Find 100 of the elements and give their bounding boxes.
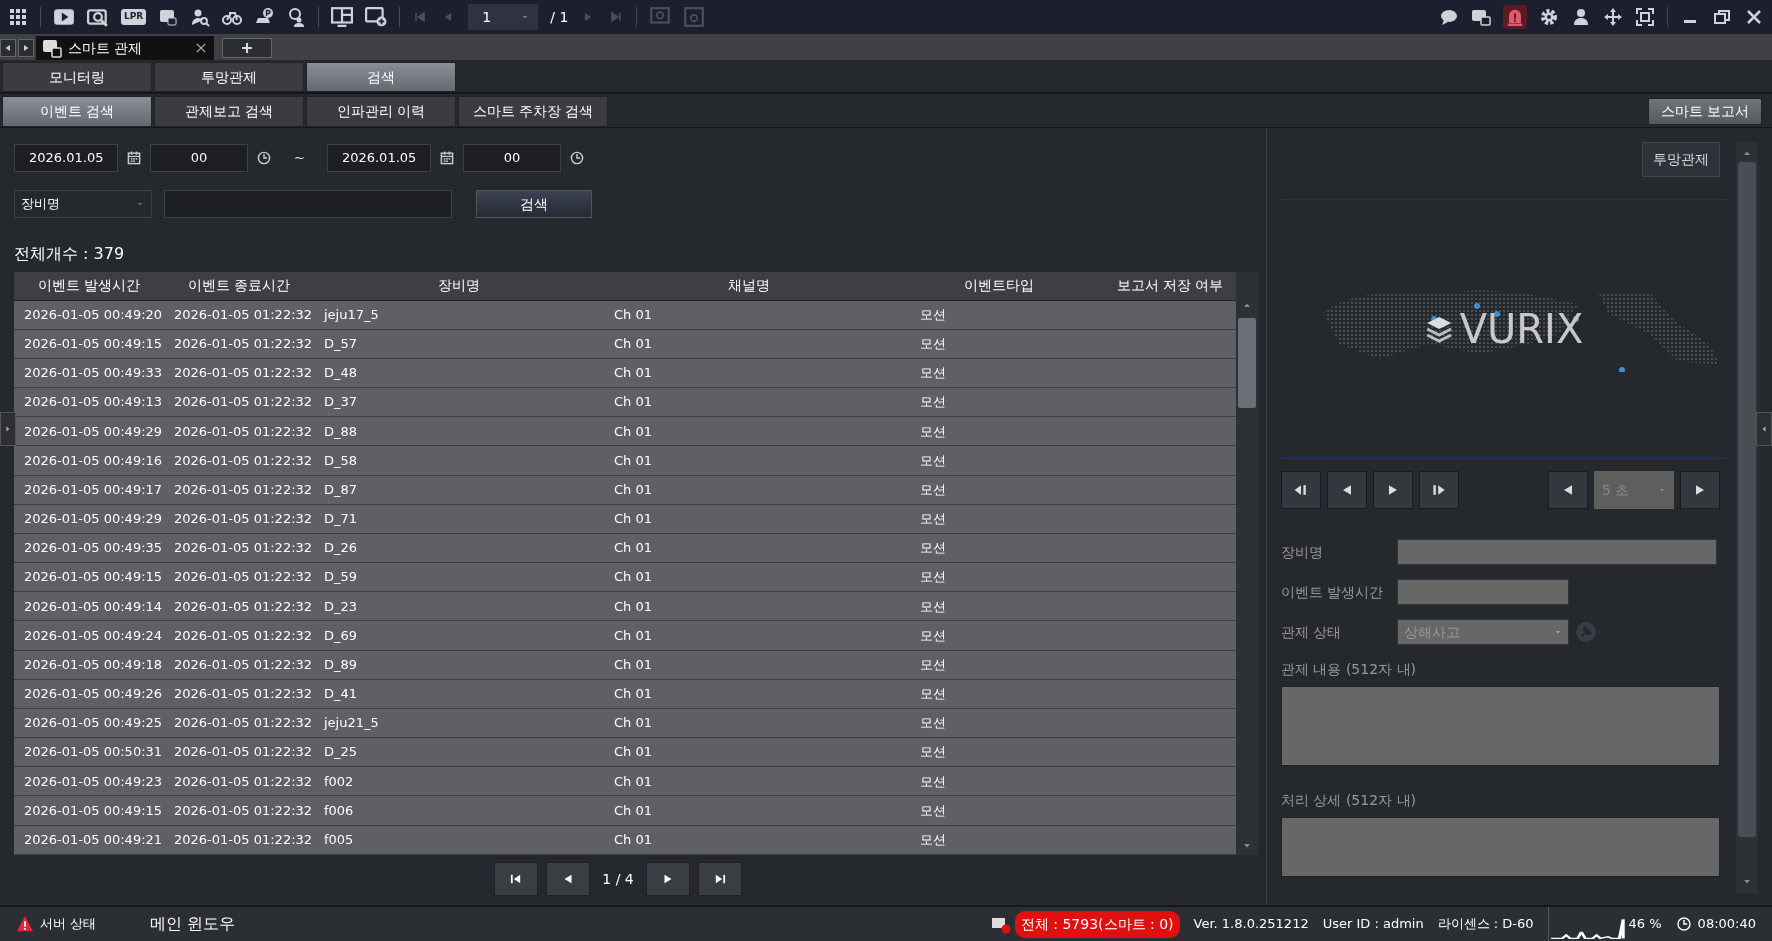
table-cell: Ch 01 [604, 679, 894, 709]
table-cell: D_25 [314, 737, 604, 767]
restore-icon[interactable] [1712, 7, 1732, 27]
warning-icon[interactable] [16, 915, 34, 933]
table-cell: 모션 [894, 329, 1104, 359]
table-cell: 모션 [894, 416, 1104, 446]
filter-select[interactable]: 장비명 [14, 190, 152, 218]
column-header[interactable]: 보고서 저장 여부 [1104, 272, 1236, 300]
collapse-handle[interactable] [0, 412, 16, 446]
collapse-handle[interactable] [1756, 412, 1772, 446]
text-area[interactable] [1281, 817, 1720, 877]
user-icon[interactable] [1571, 7, 1591, 27]
table-cell: 2026-01-05 00:49:29 [14, 504, 164, 534]
add-tab-button[interactable] [222, 38, 272, 58]
column-header[interactable]: 채널명 [604, 272, 894, 300]
smart-camera-icon[interactable] [158, 7, 179, 27]
field-label: 관제 내용 (512자 내) [1281, 660, 1417, 679]
tab[interactable]: 이벤트 검색 [2, 96, 152, 127]
text-area[interactable] [1281, 686, 1720, 766]
page-total: / 1 [550, 7, 569, 27]
column-header[interactable]: 이벤트 발생시간 [14, 272, 164, 300]
move-icon[interactable] [1603, 7, 1623, 27]
input-field[interactable] [1397, 579, 1569, 605]
play-button[interactable] [1373, 471, 1413, 509]
last-page-button[interactable] [697, 862, 742, 896]
table-cell: 2026-01-05 00:49:20 [14, 300, 164, 330]
tab[interactable]: 모니터링 [2, 62, 152, 92]
play-icon[interactable] [53, 6, 75, 28]
fullscreen-icon[interactable] [1635, 7, 1655, 27]
search-field[interactable] [164, 190, 452, 218]
chat-icon[interactable] [1439, 7, 1459, 27]
next-button[interactable] [1680, 471, 1720, 509]
column-header[interactable]: 장비명 [314, 272, 604, 300]
table-cell: D_26 [314, 533, 604, 563]
table-cell: Ch 01 [604, 445, 894, 476]
rewind-button[interactable] [1327, 471, 1367, 509]
scroll-left-button[interactable] [0, 39, 16, 57]
logo-text: VURIX [1459, 305, 1584, 354]
apps-grid-icon[interactable] [8, 7, 28, 27]
alarm-icon[interactable] [1503, 5, 1527, 29]
first-page-button[interactable] [494, 862, 539, 896]
table-cell: Ch 01 [604, 620, 894, 651]
smart-camera-icon[interactable] [1471, 7, 1491, 27]
table-cell: 2026-01-05 01:22:32 [164, 737, 314, 767]
clock-time: 08:00:40 [1697, 915, 1756, 934]
previous-page-button[interactable] [546, 862, 591, 896]
user-id-text: User ID : admin [1322, 915, 1424, 934]
date-field[interactable]: 2026.01.05 [326, 144, 431, 172]
clock-icon[interactable] [568, 150, 585, 166]
scroll-right-button[interactable] [18, 39, 34, 57]
window-name: 메인 윈도우 [150, 913, 236, 935]
smart-report-button[interactable]: 스마트 보고서 [1647, 98, 1762, 125]
table-cell: 2026-01-05 00:49:15 [14, 562, 164, 592]
calendar-icon[interactable] [126, 150, 142, 166]
map-control-button[interactable]: 투망관제 [1642, 142, 1720, 177]
ai-person-icon[interactable] [286, 7, 307, 27]
table-cell: 모션 [894, 795, 1104, 826]
layout-monitor-icon[interactable] [331, 6, 354, 28]
version-text: Ver. 1.8.0.251212 [1193, 915, 1309, 934]
add-monitor-icon[interactable] [365, 6, 388, 28]
column-header[interactable]: 이벤트 종료시간 [164, 272, 314, 300]
table-cell: 모션 [894, 533, 1104, 563]
settings-icon[interactable] [1539, 7, 1559, 27]
server-status[interactable]: 서버 상태 [40, 914, 97, 934]
window-tab[interactable]: 스마트 관제 [36, 36, 214, 60]
tab[interactable]: 관제보고 검색 [154, 96, 304, 127]
step-back-button[interactable] [1281, 471, 1321, 509]
cpu-usage-text: 46 % [1628, 915, 1662, 934]
scrollbar[interactable] [1236, 272, 1258, 855]
table-cell: 모션 [894, 650, 1104, 680]
hour-field[interactable]: 00 [150, 144, 248, 172]
scrollbar-thumb[interactable] [1238, 318, 1256, 408]
step-back-icon [1293, 482, 1309, 498]
camera-search-icon[interactable] [87, 6, 109, 28]
tab[interactable]: 검색 [306, 62, 456, 92]
input-field[interactable] [1397, 539, 1717, 565]
table-cell: 2026-01-05 00:49:13 [14, 387, 164, 417]
table-cell: 모션 [894, 766, 1104, 796]
previous-button[interactable] [1548, 471, 1588, 509]
lpr-icon[interactable]: LPR [121, 9, 147, 25]
tab[interactable]: 스마트 주차장 검색 [458, 96, 608, 127]
table-cell: f006 [314, 795, 604, 826]
tab[interactable]: 인파관리 이력 [306, 96, 456, 127]
scrollbar[interactable] [1736, 142, 1758, 893]
hour-field[interactable]: 00 [462, 144, 561, 172]
scrollbar-thumb[interactable] [1738, 162, 1756, 837]
total-count: 전체개수 : 379 [14, 243, 126, 265]
calendar-icon[interactable] [438, 150, 455, 166]
page-select[interactable]: 1 [468, 4, 539, 30]
date-field[interactable]: 2026.01.05 [14, 144, 118, 172]
clock-icon[interactable] [256, 150, 272, 166]
table-cell: Ch 01 [604, 825, 894, 855]
step-forward-button[interactable] [1419, 471, 1459, 509]
search-button[interactable]: 검색 [476, 190, 592, 218]
table-cell: 2026-01-05 01:22:32 [164, 533, 314, 563]
person-search-icon[interactable] [190, 7, 211, 27]
next-page-button[interactable] [645, 862, 690, 896]
close-icon[interactable] [194, 41, 208, 55]
tab[interactable]: 투망관제 [154, 62, 304, 92]
column-header[interactable]: 이벤트타입 [894, 272, 1104, 300]
